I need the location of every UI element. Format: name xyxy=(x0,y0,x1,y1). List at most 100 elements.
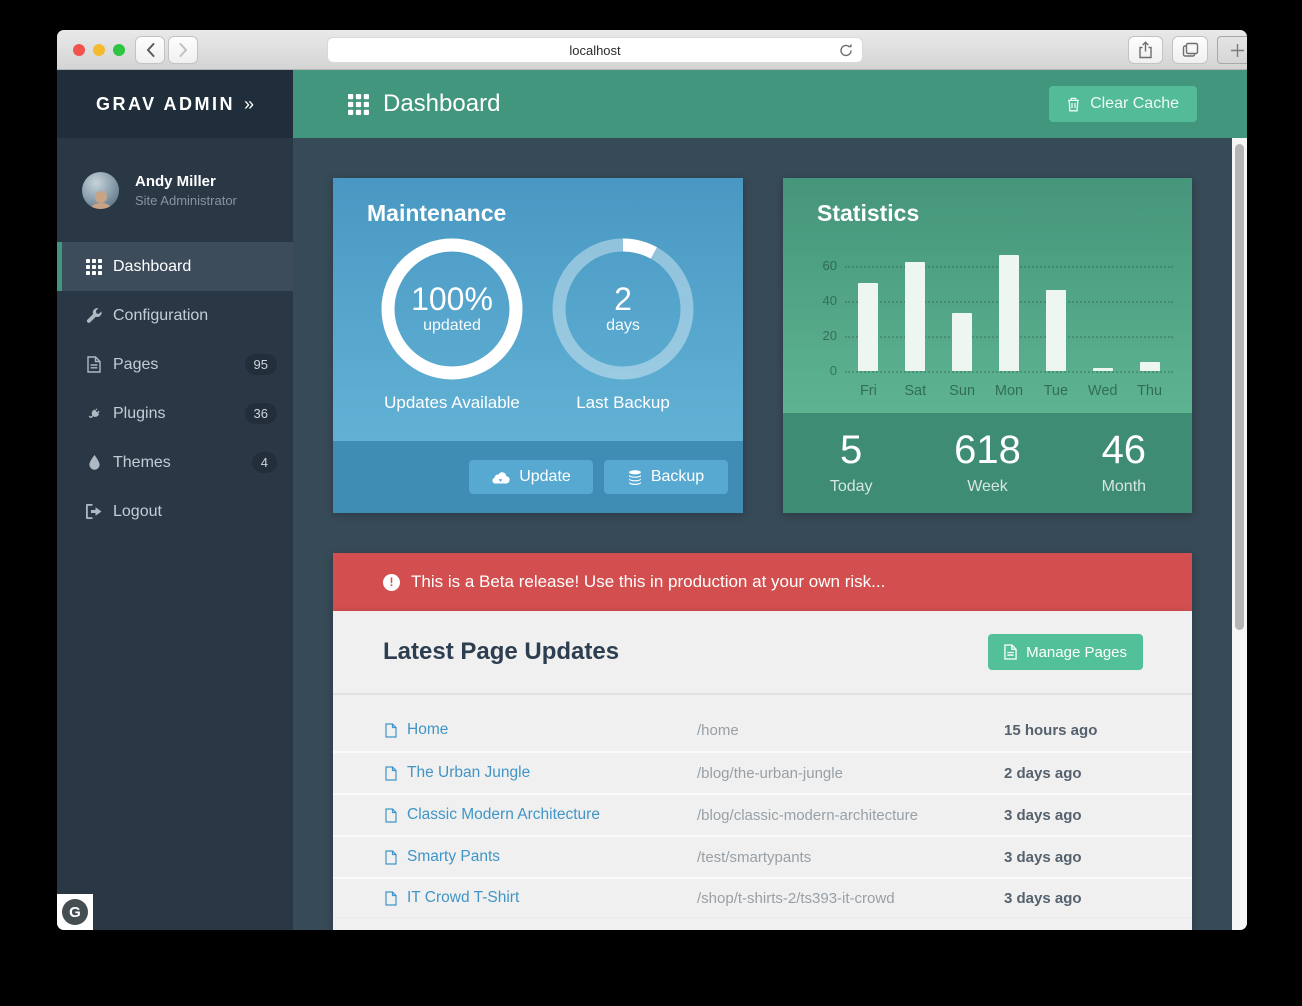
stat-week-value: 618 xyxy=(954,428,1021,472)
pages-table: Home /home 15 hours ago The Urban Jungle… xyxy=(333,695,1192,919)
page-path: /blog/classic-modern-architecture xyxy=(697,806,918,824)
dashboard-grid-icon xyxy=(348,93,369,115)
sidebar-item-themes[interactable]: Themes 4 xyxy=(57,438,293,487)
stat-today: 5 Today xyxy=(783,413,919,513)
show-tabs-button[interactable] xyxy=(1172,36,1208,64)
y-axis-tick: 0 xyxy=(829,363,837,378)
stats-chart-plot: 0 20 40 60 Fri Sat Sun Mon Tue Wed Thu xyxy=(823,248,1173,399)
updates-label: Updates Available xyxy=(384,393,520,412)
brand-title: GRAV ADMIN xyxy=(95,93,235,114)
sidebar-item-label: Pages xyxy=(113,355,159,373)
scrollbar-track[interactable] xyxy=(1232,138,1247,930)
browser-titlebar: localhost xyxy=(57,30,1247,70)
sidebar-item-dashboard[interactable]: Dashboard xyxy=(57,242,293,291)
x-axis-tick: Sun xyxy=(949,383,976,399)
sidebar-item-plugins[interactable]: Plugins 36 xyxy=(57,389,293,438)
grav-logo[interactable]: G xyxy=(57,894,93,930)
new-tab-button[interactable] xyxy=(1217,36,1247,64)
plus-icon xyxy=(1230,43,1244,57)
sidebar-nav: Dashboard Configuration Pages 95 Plugins… xyxy=(57,242,293,536)
update-button-label: Update xyxy=(519,468,571,485)
browser-forward-button[interactable] xyxy=(168,36,198,64)
address-bar[interactable]: localhost xyxy=(327,37,863,63)
y-axis-tick: 20 xyxy=(822,327,837,343)
plugins-count-badge: 36 xyxy=(244,403,277,424)
page-updated-time: 3 days ago xyxy=(1004,848,1082,866)
table-row: Classic Modern Architecture /blog/classi… xyxy=(333,793,1192,835)
manage-pages-label: Manage Pages xyxy=(1026,643,1127,661)
bar-sun xyxy=(952,313,973,371)
backup-button-label: Backup xyxy=(650,468,705,485)
page-file-icon xyxy=(385,765,397,781)
page-link[interactable]: IT Crowd T-Shirt xyxy=(407,889,697,907)
sidebar-item-pages[interactable]: Pages 95 xyxy=(57,340,293,389)
y-axis-tick: 60 xyxy=(822,257,837,273)
browser-back-button[interactable] xyxy=(135,36,165,64)
double-chevron-icon[interactable]: » xyxy=(244,94,254,115)
backup-button[interactable]: Backup xyxy=(604,460,728,494)
sidebar-item-label: Logout xyxy=(113,502,162,520)
avatar xyxy=(82,171,119,209)
database-icon xyxy=(628,469,642,485)
maintenance-panel: Maintenance 100% updated 2 days Updates … xyxy=(333,178,743,513)
grav-logo-letter: G xyxy=(69,903,81,921)
beta-alert-text: This is a Beta release! Use this in prod… xyxy=(411,572,886,591)
page-file-icon xyxy=(385,849,397,865)
close-window-button[interactable] xyxy=(73,44,85,56)
sidebar-item-label: Configuration xyxy=(113,306,209,324)
x-axis-tick: Wed xyxy=(1087,383,1118,399)
x-axis-tick: Mon xyxy=(994,383,1024,399)
page-updated-time: 15 hours ago xyxy=(1004,721,1098,739)
update-button[interactable]: Update xyxy=(469,460,593,494)
brand-header[interactable]: GRAV ADMIN » xyxy=(57,70,293,138)
minimize-window-button[interactable] xyxy=(93,44,105,56)
table-row: Smarty Pants /test/smartypants 3 days ag… xyxy=(333,835,1192,877)
page-link[interactable]: The Urban Jungle xyxy=(407,764,697,782)
plug-icon xyxy=(85,405,103,423)
page-file-icon xyxy=(385,807,397,823)
x-axis-tick: Fri xyxy=(859,383,877,399)
reload-icon[interactable] xyxy=(838,42,854,59)
page-path: /shop/t-shirts-2/ts393-it-crowd xyxy=(697,889,895,907)
page-updated-time: 2 days ago xyxy=(1004,764,1082,782)
file-icon xyxy=(1004,644,1017,660)
page-link[interactable]: Smarty Pants xyxy=(407,848,697,866)
file-icon xyxy=(85,356,103,374)
sidebar-item-configuration[interactable]: Configuration xyxy=(57,291,293,340)
stat-week-label: Week xyxy=(967,478,1008,495)
pages-count-badge: 95 xyxy=(244,354,277,375)
grid-icon xyxy=(85,258,103,276)
clear-cache-label: Clear Cache xyxy=(1090,95,1179,112)
updates-ring: 100% updated xyxy=(377,234,527,384)
x-axis-tick: Tue xyxy=(1043,383,1069,399)
backup-label: Last Backup xyxy=(576,393,670,412)
stat-today-value: 5 xyxy=(840,428,863,472)
manage-pages-button[interactable]: Manage Pages xyxy=(988,634,1143,670)
share-button[interactable] xyxy=(1128,36,1163,64)
zoom-window-button[interactable] xyxy=(113,44,125,56)
page-link[interactable]: Home xyxy=(407,721,697,739)
maintenance-title: Maintenance xyxy=(367,200,507,226)
user-block[interactable]: Andy Miller Site Administrator xyxy=(57,138,293,242)
user-role: Site Administrator xyxy=(135,192,237,208)
sidebar-item-logout[interactable]: Logout xyxy=(57,487,293,536)
wrench-icon xyxy=(85,307,103,325)
stat-month-label: Month xyxy=(1101,478,1147,495)
maintenance-footer: Update Backup xyxy=(333,441,743,513)
browser-window: localhost GRAV ADMIN » Andy Miller Site … xyxy=(57,30,1247,930)
chart-gridline xyxy=(845,371,1173,373)
traffic-lights xyxy=(73,44,125,56)
themes-count-badge: 4 xyxy=(251,452,277,473)
clear-cache-button[interactable]: Clear Cache xyxy=(1049,86,1197,122)
stat-month: 46 Month xyxy=(1056,413,1192,513)
scrollbar-thumb[interactable] xyxy=(1235,144,1244,630)
latest-pages-header: Latest Page Updates Manage Pages xyxy=(333,611,1192,695)
bar-fri xyxy=(858,283,879,371)
backup-ring: 2 days xyxy=(548,234,698,384)
page-path: /blog/the-urban-jungle xyxy=(697,764,843,782)
alert-icon: ! xyxy=(383,573,400,591)
page-link[interactable]: Classic Modern Architecture xyxy=(407,806,697,824)
sidebar-item-label: Dashboard xyxy=(113,257,192,275)
backup-days: 2 xyxy=(614,281,632,318)
stat-month-value: 46 xyxy=(1101,428,1147,472)
